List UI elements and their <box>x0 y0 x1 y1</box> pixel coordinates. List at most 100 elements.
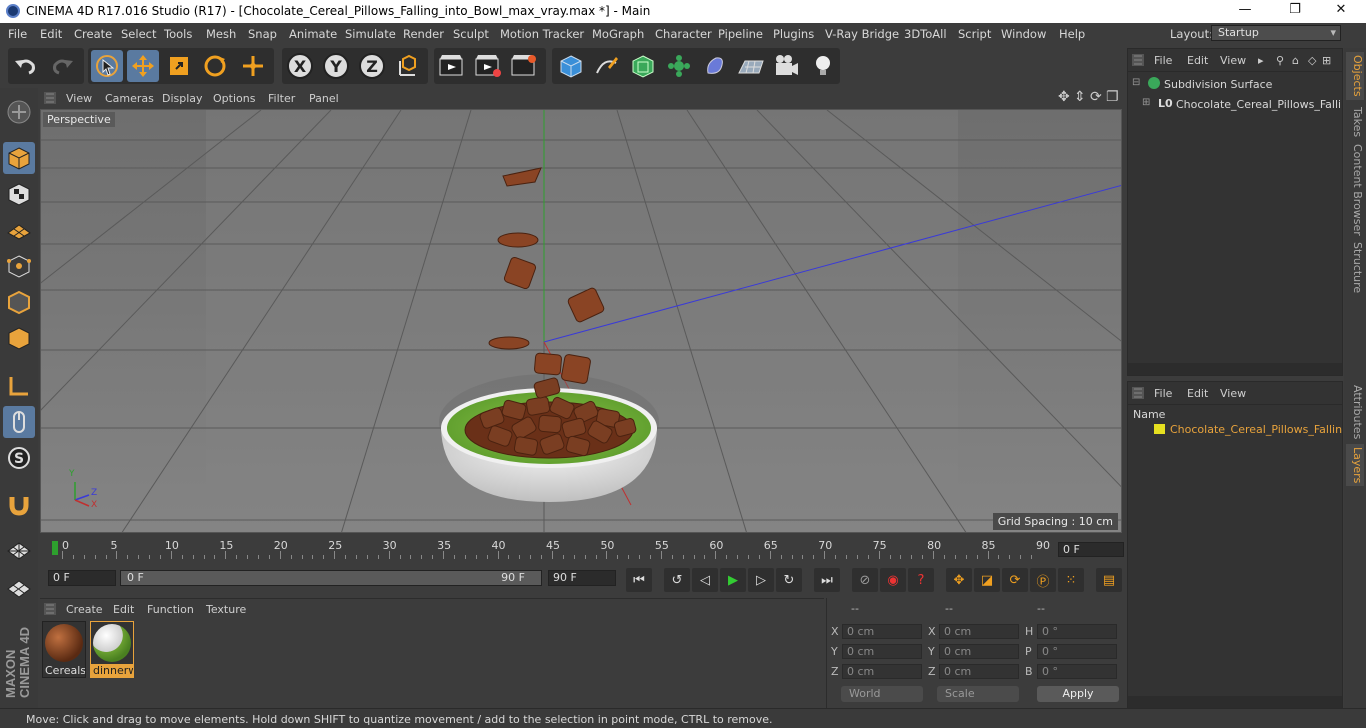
tab-takes[interactable]: Takes <box>1346 104 1364 140</box>
tab-structure[interactable]: Structure <box>1346 240 1364 296</box>
viewport-maximize-icon[interactable]: ❐ <box>1106 89 1119 105</box>
current-frame-field[interactable]: 0 F <box>1058 542 1124 557</box>
tab-attributes[interactable]: Attributes <box>1346 384 1364 440</box>
record-scale-icon[interactable]: ◪ <box>974 568 1000 592</box>
frame-range-slider[interactable]: 0 F 90 F <box>120 570 542 586</box>
objects-menu-more-icon[interactable]: ▸ <box>1258 54 1264 67</box>
min-frame-field[interactable]: 0 F <box>48 570 116 586</box>
viewport-camera-label[interactable]: Perspective <box>43 112 115 127</box>
menu-vray-bridge[interactable]: V-Ray Bridge <box>825 27 899 41</box>
layout-dropdown[interactable]: Startup <box>1211 25 1341 41</box>
menu-mograph[interactable]: MoGraph <box>592 27 644 41</box>
viewport-orbit-icon[interactable]: ⟳ <box>1090 89 1102 105</box>
material-swatch[interactable]: dinnerw <box>90 621 134 678</box>
tab-content-browser[interactable]: Content Browser <box>1346 144 1364 236</box>
render-view-icon[interactable] <box>436 50 468 82</box>
viewport-menu-panel[interactable]: Panel <box>309 92 339 105</box>
tab-layers[interactable]: Layers <box>1346 444 1364 486</box>
timeline-window-icon[interactable]: ▤ <box>1096 568 1122 592</box>
live-selection-icon[interactable] <box>91 50 123 82</box>
previous-frame-icon[interactable]: ◁ <box>692 568 718 592</box>
rotation-p-field[interactable]: 0 ° <box>1037 644 1117 659</box>
texture-mode-icon[interactable] <box>3 178 35 210</box>
viewport-dolly-icon[interactable]: ⇕ <box>1074 89 1086 105</box>
menu-sculpt[interactable]: Sculpt <box>453 27 489 41</box>
make-editable-icon[interactable] <box>3 96 35 128</box>
menu-pipeline[interactable]: Pipeline <box>718 27 763 41</box>
apply-button[interactable]: Apply <box>1037 686 1119 702</box>
undo-icon[interactable] <box>10 50 42 82</box>
objects-scrollbar[interactable] <box>1128 363 1342 375</box>
viewport-menu-view[interactable]: View <box>66 92 92 105</box>
layer-row[interactable]: Chocolate_Cereal_Pillows_Falling_ <box>1142 422 1342 438</box>
material-menu-edit[interactable]: Edit <box>113 603 134 616</box>
playhead[interactable] <box>52 541 58 555</box>
size-mode-dropdown[interactable]: Scale <box>937 686 1019 702</box>
x-axis-icon[interactable]: X <box>284 50 316 82</box>
pen-spline-icon[interactable] <box>591 50 623 82</box>
menu-render[interactable]: Render <box>403 27 444 41</box>
render-picture-viewer-icon[interactable] <box>472 50 504 82</box>
go-to-end-icon[interactable]: ⏭ <box>814 568 840 592</box>
menu-edit[interactable]: Edit <box>40 27 62 41</box>
objects-menu-file[interactable]: File <box>1154 54 1172 67</box>
tweak-mode-icon[interactable] <box>3 406 35 438</box>
objects-menu-view[interactable]: View <box>1220 54 1246 67</box>
timeline-ruler[interactable]: 0 5 10 15 20 25 30 35 40 45 50 55 60 65 70 75 80 85 90 <box>40 535 1125 565</box>
material-swatch[interactable]: Cereals_ <box>42 621 86 678</box>
menu-simulate[interactable]: Simulate <box>345 27 396 41</box>
record-active-objects-icon[interactable]: ⊘ <box>852 568 878 592</box>
position-y-field[interactable]: 0 cm <box>842 644 922 659</box>
menu-plugins[interactable]: Plugins <box>773 27 814 41</box>
position-z-field[interactable]: 0 cm <box>842 664 922 679</box>
objects-home-icon[interactable]: ⌂ <box>1292 54 1299 67</box>
material-menu-create[interactable]: Create <box>66 603 103 616</box>
minimize-button[interactable]: — <box>1230 2 1260 20</box>
menu-mesh[interactable]: Mesh <box>206 27 236 41</box>
size-z-field[interactable]: 0 cm <box>939 664 1019 679</box>
menu-snap[interactable]: Snap <box>248 27 277 41</box>
menu-motion-tracker[interactable]: Motion Tracker <box>500 27 584 41</box>
material-menu-texture[interactable]: Texture <box>206 603 246 616</box>
snap-icon[interactable]: S <box>3 442 35 474</box>
deformer-icon[interactable] <box>699 50 731 82</box>
tree-expand-icon[interactable]: ⊞ <box>1142 97 1150 108</box>
objects-menu-edit[interactable]: Edit <box>1187 54 1208 67</box>
menu-file[interactable]: File <box>8 27 27 41</box>
max-frame-field[interactable]: 90 F <box>548 570 616 586</box>
object-row[interactable]: ⊞ L0 Chocolate_Cereal_Pillows_Falling <box>1142 97 1340 113</box>
next-frame-icon[interactable]: ▷ <box>748 568 774 592</box>
record-rotation-icon[interactable]: ⟳ <box>1002 568 1028 592</box>
layers-menu-edit[interactable]: Edit <box>1187 387 1208 400</box>
next-key-icon[interactable]: ↻ <box>776 568 802 592</box>
menu-character[interactable]: Character <box>655 27 712 41</box>
size-x-field[interactable]: 0 cm <box>939 624 1019 639</box>
move-icon[interactable] <box>127 50 159 82</box>
viewport-menu-cameras[interactable]: Cameras <box>105 92 154 105</box>
record-point-level-icon[interactable]: ⁙ <box>1058 568 1084 592</box>
z-axis-icon[interactable]: Z <box>356 50 388 82</box>
workplane-grid-icon[interactable] <box>3 570 35 602</box>
layers-menu-file[interactable]: File <box>1154 387 1172 400</box>
menu-help[interactable]: Help <box>1059 27 1085 41</box>
edges-mode-icon[interactable] <box>3 286 35 318</box>
rotation-h-field[interactable]: 0 ° <box>1037 624 1117 639</box>
objects-search-icon[interactable]: ⚲ <box>1276 54 1284 67</box>
viewport-pan-icon[interactable]: ✥ <box>1058 89 1070 105</box>
model-mode-icon[interactable] <box>3 142 35 174</box>
workplane-icon[interactable] <box>3 214 35 246</box>
rotation-b-field[interactable]: 0 ° <box>1037 664 1117 679</box>
transform-icon[interactable] <box>237 50 269 82</box>
camera-icon[interactable] <box>771 50 803 82</box>
layer-color-swatch[interactable] <box>1154 424 1165 434</box>
menu-create[interactable]: Create <box>74 27 112 41</box>
floor-icon[interactable] <box>735 50 767 82</box>
magnet-icon[interactable] <box>3 488 35 520</box>
axis-mode-icon[interactable] <box>3 370 35 402</box>
3d-viewport[interactable]: Y Z X Perspective Grid Spacing : 10 cm <box>40 109 1122 533</box>
menu-script[interactable]: Script <box>958 27 991 41</box>
menu-animate[interactable]: Animate <box>289 27 337 41</box>
layers-scrollbar[interactable] <box>1128 696 1342 708</box>
objects-new-panel-icon[interactable]: ⊞ <box>1322 54 1331 67</box>
restore-button[interactable]: ❐ <box>1280 2 1310 20</box>
